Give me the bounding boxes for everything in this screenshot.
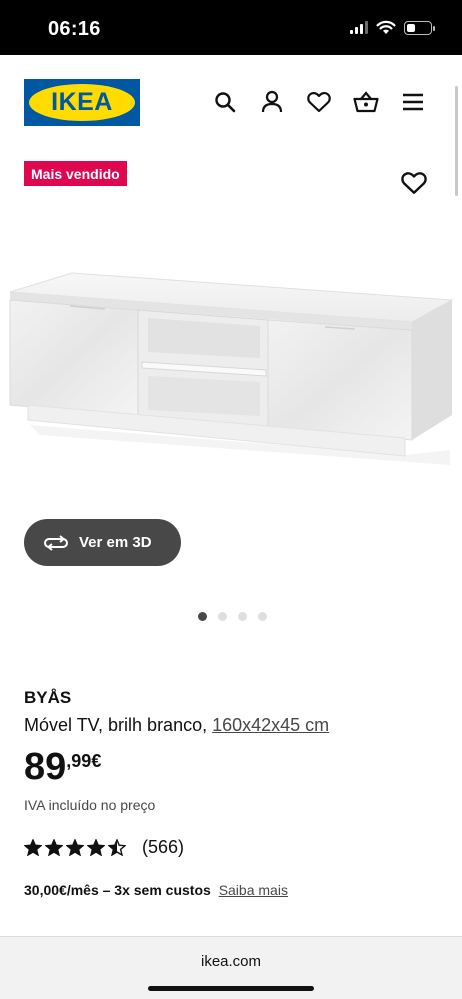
vat-note: IVA incluído no preço: [24, 797, 156, 813]
favourites-icon[interactable]: [305, 88, 333, 116]
product-description-text: Móvel TV, brilh branco,: [24, 715, 208, 735]
view-in-3d-button[interactable]: Ver em 3D: [24, 519, 181, 566]
carousel-dot[interactable]: [218, 612, 227, 621]
carousel-dot[interactable]: [238, 612, 247, 621]
ikea-logo[interactable]: IKEA: [24, 79, 140, 126]
rating-count[interactable]: (566): [142, 837, 184, 858]
header-actions: [211, 88, 446, 116]
cellular-signal-icon: [350, 21, 368, 34]
wifi-icon: [376, 20, 396, 34]
battery-icon: [404, 20, 435, 35]
scrollbar[interactable]: [455, 86, 458, 196]
rotate-3d-icon: [44, 534, 68, 551]
status-icons: [350, 20, 435, 35]
status-bar: 06:16: [0, 0, 462, 55]
site-header: IKEA: [0, 55, 462, 150]
status-time: 06:16: [48, 18, 101, 40]
price-decimal: ,99: [66, 751, 92, 771]
browser-url-bar[interactable]: ikea.com: [0, 936, 462, 999]
installment-offer: 30,00€/mês – 3x sem custos Saiba mais: [24, 882, 288, 898]
price-currency: €: [91, 751, 102, 771]
menu-icon[interactable]: [399, 88, 427, 116]
star-icon: [87, 839, 105, 856]
star-icon: [66, 839, 84, 856]
logo-text: IKEA: [51, 88, 113, 116]
bestseller-badge: Mais vendido: [24, 161, 127, 186]
carousel-dot[interactable]: [258, 612, 267, 621]
star-icon: [45, 839, 63, 856]
rating-stars: [24, 839, 126, 856]
account-icon[interactable]: [258, 88, 286, 116]
learn-more-link[interactable]: Saiba mais: [219, 882, 288, 898]
product-image[interactable]: [0, 240, 462, 540]
installment-text: 30,00€/mês – 3x sem custos: [24, 882, 211, 898]
star-icon: [108, 839, 126, 856]
add-to-favourites-button[interactable]: [401, 171, 427, 197]
battery-level: [407, 23, 415, 32]
view-in-3d-label: Ver em 3D: [79, 534, 152, 551]
product-rating[interactable]: (566): [24, 837, 184, 858]
home-indicator[interactable]: [148, 986, 314, 991]
heart-icon: [401, 172, 427, 194]
product-price: 89 ,99 €: [24, 746, 101, 788]
product-dimensions-link[interactable]: 160x42x45 cm: [212, 715, 329, 735]
price-integer: 89: [24, 746, 67, 788]
carousel-dot[interactable]: [198, 612, 207, 621]
shopping-basket-icon[interactable]: [352, 88, 380, 116]
search-icon[interactable]: [211, 88, 239, 116]
star-icon: [24, 839, 42, 856]
product-name: BYÅS: [24, 688, 72, 707]
url-text[interactable]: ikea.com: [0, 953, 462, 970]
product-description: Móvel TV, brilh branco, 160x42x45 cm: [24, 715, 329, 736]
image-carousel-dots: [198, 612, 267, 621]
